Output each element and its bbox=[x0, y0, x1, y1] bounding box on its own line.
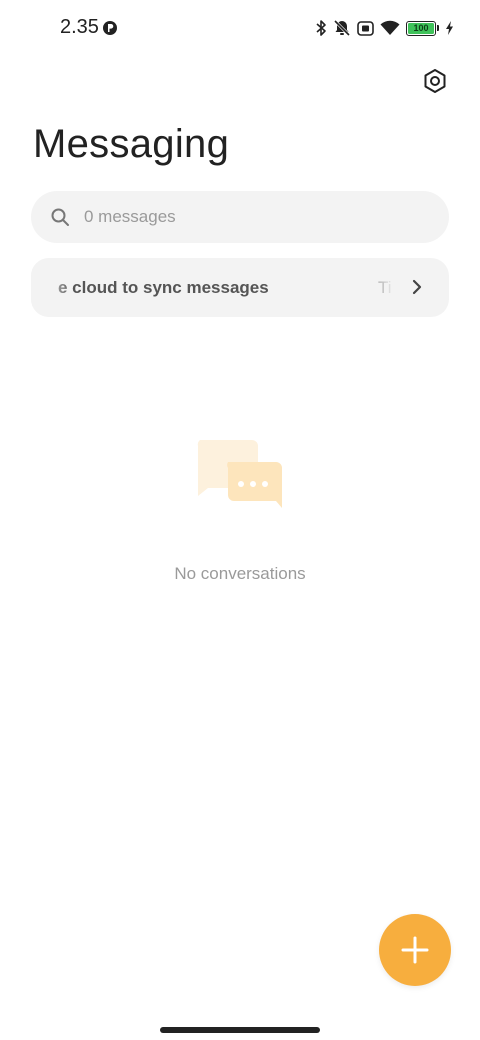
bluetooth-icon bbox=[315, 19, 327, 37]
wifi-icon bbox=[380, 20, 400, 36]
chevron-right-icon bbox=[407, 277, 427, 297]
search-input[interactable] bbox=[82, 206, 406, 228]
marquee-fade-left bbox=[31, 258, 73, 317]
settings-icon bbox=[424, 69, 446, 93]
mute-icon bbox=[333, 19, 351, 37]
battery-icon: 100 bbox=[406, 20, 436, 36]
marquee-fade-right bbox=[369, 258, 399, 317]
battery-cap bbox=[437, 25, 439, 31]
cloud-sync-text: e cloud to sync messages bbox=[58, 278, 269, 297]
search-icon bbox=[50, 207, 70, 227]
new-conversation-button[interactable] bbox=[379, 914, 451, 986]
page-title: Messaging bbox=[33, 122, 230, 166]
empty-state-message: No conversations bbox=[174, 564, 306, 583]
status-time: 2.35 bbox=[60, 16, 99, 38]
chat-bubbles-icon bbox=[196, 438, 286, 518]
gesture-navigation-bar[interactable] bbox=[160, 1027, 320, 1033]
messaging-screen: 2.35 100 Messaging 0 messages e cloud to… bbox=[0, 0, 480, 1040]
cloud-sync-banner[interactable]: e cloud to sync messages Ti bbox=[31, 258, 449, 317]
status-icons: 100 bbox=[315, 17, 454, 39]
sim-icon bbox=[357, 20, 374, 36]
search-bar[interactable] bbox=[31, 191, 449, 243]
status-bar: 2.35 100 bbox=[0, 0, 480, 56]
charging-icon bbox=[445, 21, 454, 35]
settings-button[interactable] bbox=[420, 66, 450, 96]
plus-icon bbox=[401, 936, 429, 964]
battery-level: 100 bbox=[413, 23, 429, 33]
app-notification-icon bbox=[102, 20, 118, 36]
